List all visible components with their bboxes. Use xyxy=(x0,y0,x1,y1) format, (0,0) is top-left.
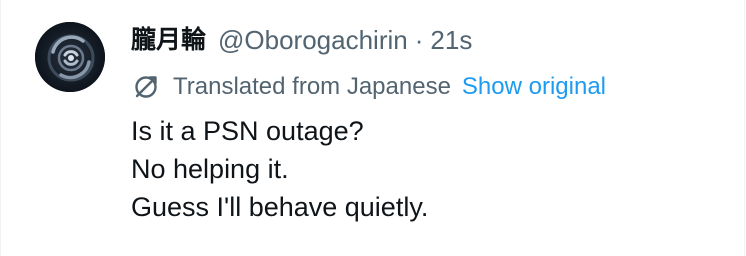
tweet-card[interactable]: 朧月輪 @Oborogachirin · 21s Translated from… xyxy=(0,0,745,256)
show-original-link[interactable]: Show original xyxy=(462,73,606,101)
tweet-text-line: No helping it. xyxy=(131,154,289,184)
avatar-swirl-icon xyxy=(35,22,105,92)
user-handle[interactable]: @Oborogachirin xyxy=(218,20,408,60)
translated-label: Translated from Japanese xyxy=(173,73,451,100)
avatar[interactable] xyxy=(35,22,105,92)
translation-notice: Translated from Japanese Show original xyxy=(131,68,606,106)
translate-globe-icon xyxy=(131,72,161,102)
tweet-text-line: Guess I'll behave quietly. xyxy=(131,192,429,222)
separator-dot: · xyxy=(414,25,424,55)
timestamp[interactable]: 21s xyxy=(430,20,472,60)
tweet-text-line: Is it a PSN outage? xyxy=(131,116,364,146)
tweet-body: Is it a PSN outage? No helping it. Guess… xyxy=(131,112,428,226)
tweet-header: 朧月輪 @Oborogachirin · 21s xyxy=(131,20,472,60)
display-name[interactable]: 朧月輪 xyxy=(131,20,206,60)
